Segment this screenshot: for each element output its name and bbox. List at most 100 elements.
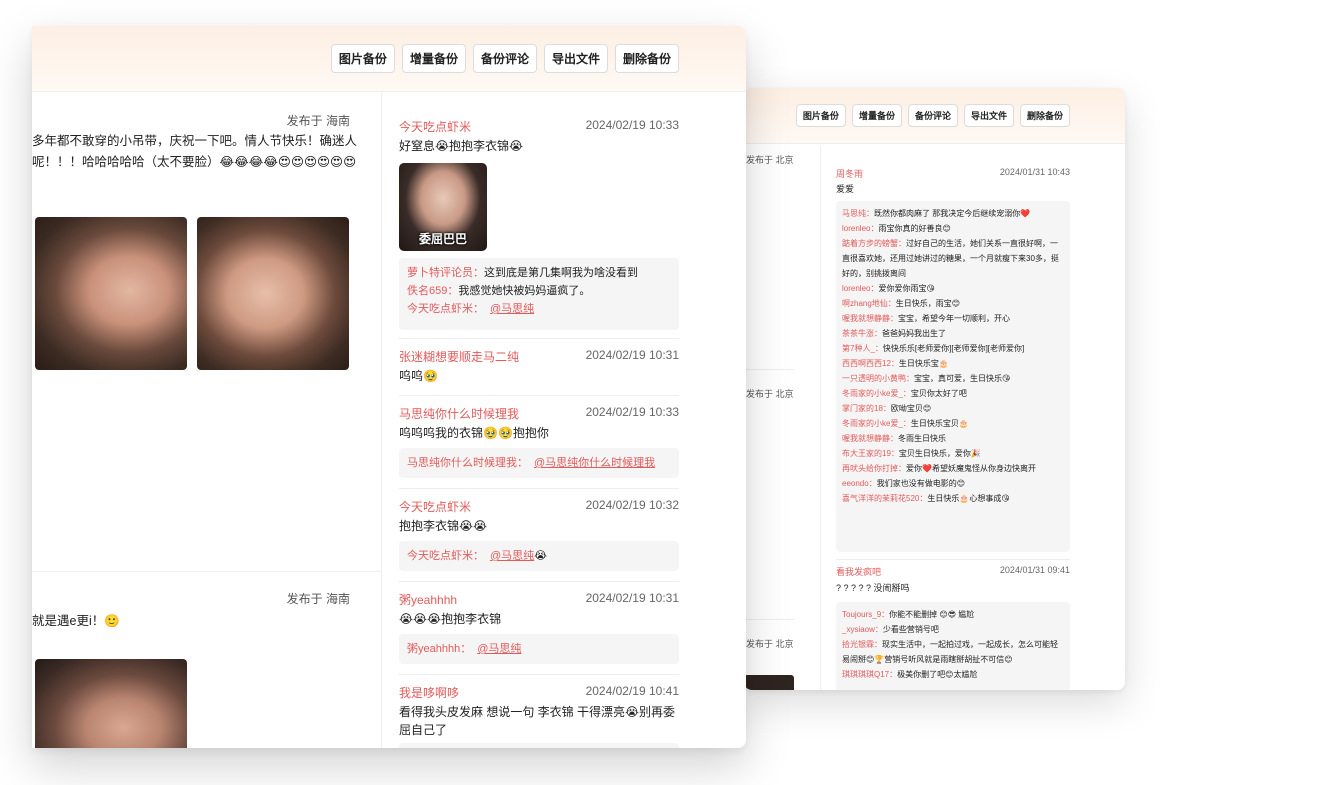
comment-text: 抱抱李衣锦😭😭 — [399, 519, 488, 533]
back-backup-comments-button[interactable]: 备份评论 — [907, 104, 958, 127]
back-post-list: 发布于 北京 发布于 北京 发布于 北京 — [744, 145, 820, 690]
reply-item: 啊zhang地仙：生日快乐，雨宝😊 — [842, 296, 1064, 311]
comment-text: ? ? ? ? ? 没闹掰吗 — [836, 583, 910, 593]
mention-link[interactable]: @马思纯 — [490, 550, 534, 562]
reply-user[interactable]: 啊zhang地仙： — [842, 299, 896, 308]
comment-text: 😭😭😭抱抱李衣锦 — [399, 612, 502, 626]
comment-user[interactable]: 张迷糊想要顺走马二纯 — [399, 348, 519, 365]
reply-user[interactable]: 第7种人_： — [842, 344, 883, 353]
post-photo[interactable] — [197, 217, 349, 370]
reply-user[interactable]: 再吠头给你打掉： — [842, 464, 906, 473]
reply-text: 生日快乐🎂心想事成😘 — [927, 494, 1010, 503]
reply-user[interactable]: 喔我就想静静： — [842, 314, 898, 323]
reply-user[interactable]: 今天吃点虾米： — [407, 303, 484, 315]
post-text: 多年都不敢穿的小吊带，庆祝一下吧。情人节快乐！确迷人呢！！！哈哈哈哈哈（太不要脸… — [32, 134, 358, 169]
comment-user[interactable]: 马思纯你什么时候理我 — [399, 405, 519, 422]
comment-time: 2024/02/19 10:33 — [585, 118, 679, 132]
divider — [744, 619, 794, 620]
post-photo[interactable] — [744, 675, 794, 690]
reply-text: 宝贝生日快乐，爱你🎉 — [898, 449, 981, 458]
reply-emoji: 😭 — [534, 550, 548, 562]
reply-text: 你能不能删掉 😊😎 尴尬 — [889, 610, 975, 619]
front-window: 图片备份 增量备份 备份评论 导出文件 删除备份 发布于 海南 多年都不敢穿的小… — [32, 26, 746, 748]
reply-user[interactable]: lorenleo： — [842, 284, 878, 293]
reply-box: 今天吃点虾米： @马思纯😭 — [399, 541, 679, 571]
mention-link[interactable]: @马思纯你什么时候理我 — [534, 457, 655, 469]
reply-item: 琪琪琪琪Q17：极美你删了吧😊太尴尬 — [842, 667, 1064, 682]
comment-time: 2024/02/19 10:33 — [585, 405, 679, 419]
post-photo[interactable] — [35, 659, 187, 748]
reply-user[interactable]: 掌门家的18： — [842, 404, 891, 413]
comment-user[interactable]: 我是哆啊哆 — [399, 684, 459, 701]
reply-user[interactable]: 踮着方步的螃蟹： — [842, 239, 906, 248]
reply-item: 马思纯：既然你都肉麻了 那我决定今后继续宠溺你❤️ — [842, 206, 1064, 221]
delete-backup-button[interactable]: 删除备份 — [614, 44, 679, 73]
reply-user[interactable]: 马思纯： — [842, 209, 874, 218]
reply-user[interactable]: 布大王家的19： — [842, 449, 899, 458]
image-backup-button[interactable]: 图片备份 — [330, 44, 395, 73]
reply-item: 拾光银霖：现实生活中，一起拍过戏，一起成长，怎么可能轻易闹掰😊🏆营销号听风就是雨… — [842, 637, 1064, 667]
comment-user[interactable]: 粥yeahhhh — [399, 591, 457, 608]
reply-text: 爱你❤️希望妖魔鬼怪从你身边快离开 — [906, 464, 1036, 473]
back-toolbar: 图片备份 增量备份 备份评论 导出文件 删除备份 — [744, 88, 1125, 144]
reply-user[interactable]: eeondo： — [842, 479, 877, 488]
back-export-file-button[interactable]: 导出文件 — [963, 104, 1014, 127]
comment-user[interactable]: 周冬雨 — [836, 167, 863, 180]
back-window: 图片备份 增量备份 备份评论 导出文件 删除备份 发布于 北京 发布于 北京 发… — [744, 88, 1125, 690]
mention-link[interactable]: @马思纯 — [490, 303, 534, 315]
reply-box: 马思纯：既然你都肉麻了 那我决定今后继续宠溺你❤️ lorenleo：雨宝你真的… — [836, 201, 1070, 552]
reply-user[interactable]: 茶茶牛涨： — [842, 329, 882, 338]
reply-text: 极美你删了吧😊太尴尬 — [897, 670, 978, 679]
reply-box — [399, 743, 679, 748]
comment-time: 2024/02/19 10:41 — [585, 684, 679, 698]
divider — [32, 571, 381, 572]
reply-user[interactable]: 一只透明的小黄鸭： — [842, 374, 914, 383]
reply-user[interactable]: 喜气洋洋的茉莉花520： — [842, 494, 927, 503]
back-incremental-backup-button[interactable]: 增量备份 — [851, 104, 902, 127]
reply-user[interactable]: 冬雨家的小ke爱_： — [842, 389, 911, 398]
reply-box: 粥yeahhhh： @马思纯 — [399, 634, 679, 664]
comment-time: 2024/01/31 10:43 — [999, 167, 1070, 177]
comment-time: 2024/01/31 09:41 — [999, 565, 1070, 575]
reply-user[interactable]: 萝卜特评论员： — [407, 267, 484, 279]
back-delete-backup-button[interactable]: 删除备份 — [1019, 104, 1070, 127]
reply-user[interactable]: 琪琪琪琪Q17： — [842, 670, 897, 679]
reply-text: 爸爸妈妈我出生了 — [882, 329, 946, 338]
reply-user[interactable]: 喔我就想静静： — [842, 434, 898, 443]
reply-user[interactable]: _xysiaow： — [842, 625, 883, 634]
reply-item: 粥yeahhhh： @马思纯 — [407, 640, 671, 658]
reply-box: 萝卜特评论员：这到底是第几集啊我为啥没看到 佚名659：我感觉她快被妈妈逼疯了。… — [399, 258, 679, 330]
post-list: 发布于 海南 多年都不敢穿的小吊带，庆祝一下吧。情人节快乐！确迷人呢！！！哈哈哈… — [32, 93, 381, 748]
reply-item: eeondo：我们家也没有做电影的😊 — [842, 476, 1064, 491]
post-photo[interactable] — [35, 217, 187, 370]
post-location: 发布于 北京 — [746, 639, 794, 649]
comment-user[interactable]: 今天吃点虾米 — [399, 118, 471, 135]
reply-user[interactable]: Toujours_9： — [842, 610, 889, 619]
incremental-backup-button[interactable]: 增量备份 — [401, 44, 466, 73]
reply-item: Toujours_9：你能不能删掉 😊😎 尴尬 — [842, 607, 1064, 622]
reply-user[interactable]: 拾光银霖： — [842, 640, 882, 649]
reply-item: 第7种人_：快快乐乐[老师爱你][老师爱你][老师爱你] — [842, 341, 1064, 356]
comment-user[interactable]: 看我发疯吧 — [836, 565, 881, 578]
reply-item: 布大王家的19：宝贝生日快乐，爱你🎉 — [842, 446, 1064, 461]
back-image-backup-button[interactable]: 图片备份 — [795, 104, 846, 127]
comment-time: 2024/02/19 10:31 — [585, 591, 679, 605]
reply-user[interactable]: 今天吃点虾米： — [407, 550, 484, 562]
comment-user[interactable]: 今天吃点虾米 — [399, 498, 471, 515]
reply-user[interactable]: 粥yeahhhh： — [407, 643, 471, 655]
backup-comments-button[interactable]: 备份评论 — [472, 44, 537, 73]
comment-text: 好窒息😭抱抱李衣锦😭 — [399, 139, 524, 153]
front-toolbar: 图片备份 增量备份 备份评论 导出文件 删除备份 — [32, 26, 746, 92]
comment-sticker-image[interactable]: 委屈巴巴 — [399, 163, 487, 251]
export-file-button[interactable]: 导出文件 — [543, 44, 608, 73]
mention-link[interactable]: @马思纯 — [477, 643, 521, 655]
reply-user[interactable]: 冬雨家的小ke爱_： — [842, 419, 911, 428]
reply-user[interactable]: 佚名659： — [407, 285, 458, 297]
reply-user[interactable]: 马思纯你什么时候理我： — [407, 457, 528, 469]
comment-text: 呜呜🥹 — [399, 369, 438, 383]
reply-user[interactable]: 西西啊西西12： — [842, 359, 899, 368]
reply-user[interactable]: lorenleo： — [842, 224, 878, 233]
post-text: 就是遇e更i！🙂 — [32, 614, 120, 628]
reply-item: 佚名659：我感觉她快被妈妈逼疯了。 — [407, 282, 671, 300]
post-location: 发布于 海南 — [286, 114, 350, 128]
